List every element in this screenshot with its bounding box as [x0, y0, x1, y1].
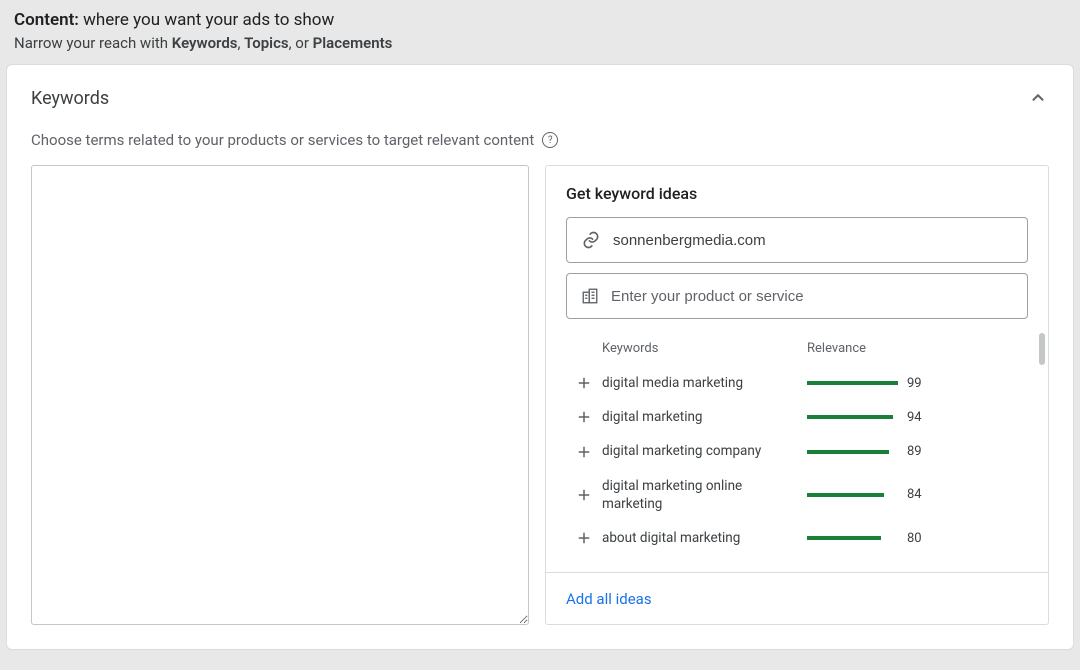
- help-icon[interactable]: ?: [542, 132, 558, 148]
- building-icon: [581, 287, 599, 305]
- content-subtitle: Narrow your reach with Keywords, Topics,…: [14, 34, 1066, 52]
- idea-keyword: digital marketing company: [602, 442, 807, 460]
- idea-row: digital media marketing99: [546, 366, 1048, 400]
- product-input[interactable]: [611, 288, 1013, 305]
- col-relevance: Relevance: [807, 341, 1028, 356]
- col-keywords: Keywords: [602, 341, 807, 356]
- content-title-bold: Content:: [14, 10, 79, 30]
- idea-row: about digital marketing80: [546, 521, 1048, 555]
- scrollbar[interactable]: [1039, 333, 1045, 365]
- idea-relevance: 94: [807, 410, 1028, 425]
- idea-relevance: 89: [807, 444, 1028, 459]
- idea-relevance: 84: [807, 487, 1028, 502]
- keyword-ideas-panel: Get keyword ideas Keywords Relevance: [545, 165, 1049, 625]
- keywords-panel: Keywords Choose terms related to your pr…: [6, 64, 1074, 650]
- idea-row: digital marketing online marketing84: [546, 469, 1048, 521]
- keywords-textarea[interactable]: [31, 165, 529, 625]
- add-keyword-button[interactable]: [575, 443, 593, 461]
- idea-keyword: digital marketing online marketing: [602, 477, 807, 513]
- idea-keyword: about digital marketing: [602, 529, 807, 547]
- panel-title: Keywords: [31, 88, 109, 109]
- site-field[interactable]: [566, 217, 1028, 263]
- link-icon: [581, 230, 601, 250]
- idea-row: digital marketing94: [546, 400, 1048, 434]
- content-header: Content: where you want your ads to show…: [0, 0, 1080, 64]
- ideas-title: Get keyword ideas: [546, 166, 1048, 217]
- content-title: Content: where you want your ads to show: [14, 10, 1066, 30]
- add-keyword-button[interactable]: [575, 374, 593, 392]
- idea-row: digital marketing company89: [546, 434, 1048, 468]
- idea-keyword: digital marketing: [602, 408, 807, 426]
- product-field[interactable]: [566, 273, 1028, 319]
- add-keyword-button[interactable]: [575, 408, 593, 426]
- add-all-ideas-link[interactable]: Add all ideas: [566, 590, 652, 608]
- add-keyword-button[interactable]: [575, 529, 593, 547]
- idea-relevance: 80: [807, 531, 1028, 546]
- idea-relevance: 99: [807, 376, 1028, 391]
- add-keyword-button[interactable]: [575, 486, 593, 504]
- chevron-up-icon[interactable]: [1027, 87, 1049, 109]
- idea-keyword: digital media marketing: [602, 374, 807, 392]
- content-title-rest: where you want your ads to show: [79, 10, 334, 30]
- panel-description: Choose terms related to your products or…: [31, 131, 534, 149]
- site-input[interactable]: [613, 232, 1013, 249]
- ideas-table-header: Keywords Relevance: [546, 329, 1048, 366]
